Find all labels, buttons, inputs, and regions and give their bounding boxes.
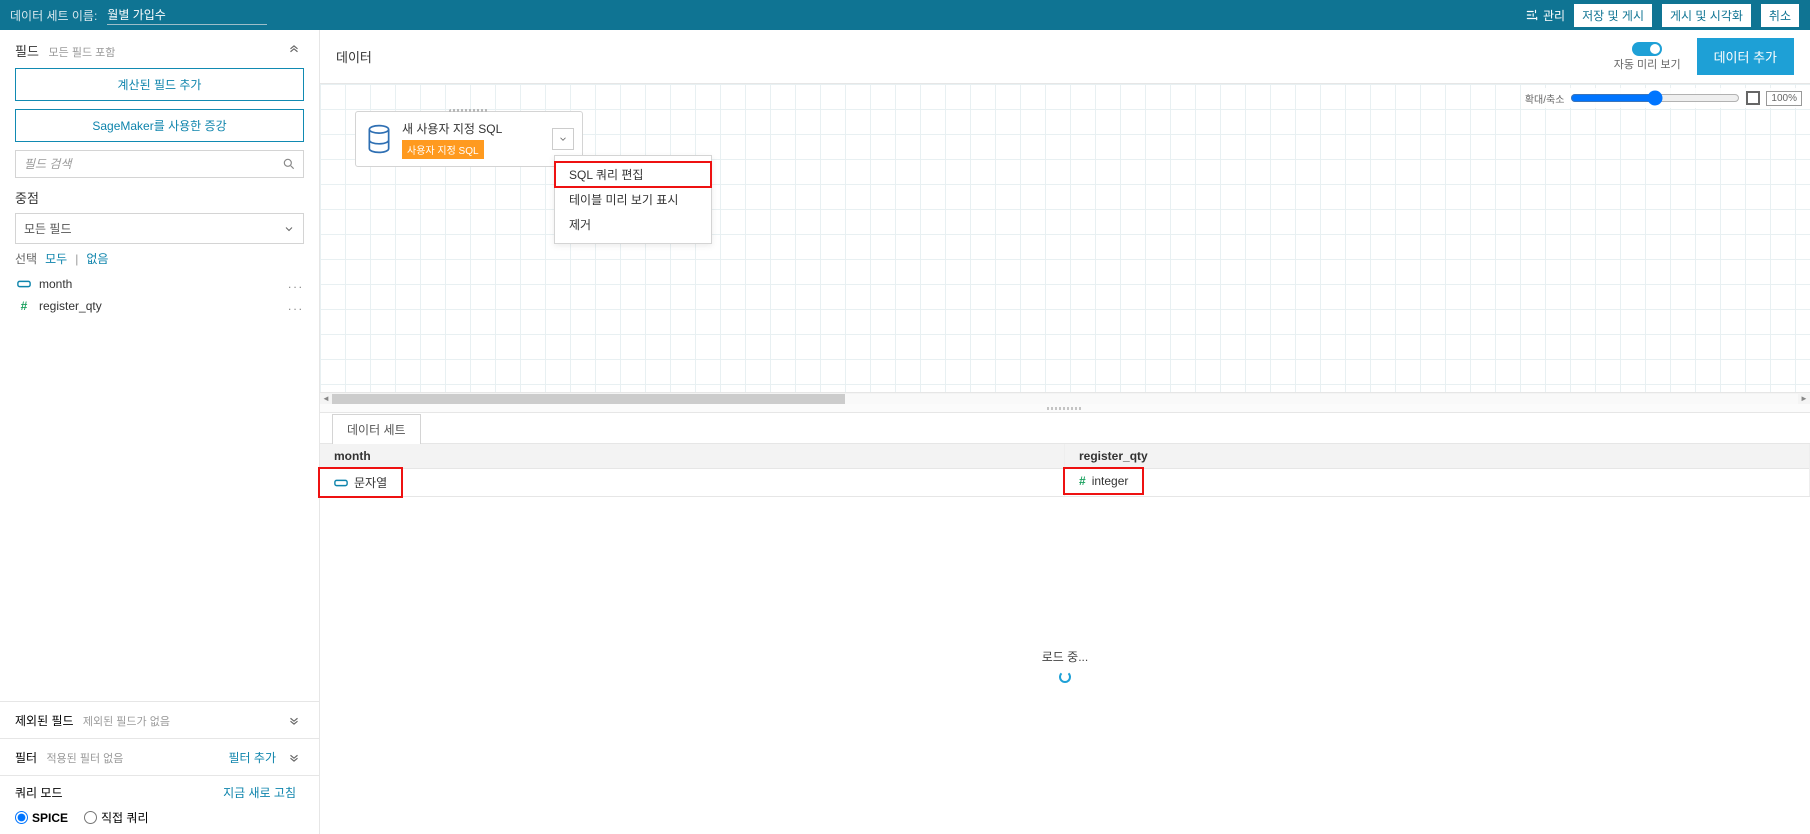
column-header[interactable]: register_qty — [1065, 444, 1809, 469]
excluded-fields-sub: 제외된 필드가 없음 — [83, 716, 170, 728]
select-label: 선택 — [15, 250, 37, 267]
chevron-down-double-icon — [287, 713, 301, 727]
column-month: month 문자열 — [320, 444, 1065, 496]
excluded-collapse-toggle[interactable] — [284, 710, 304, 730]
scroll-right-button[interactable]: ► — [1798, 393, 1810, 405]
direct-query-radio[interactable]: 직접 쿼리 — [84, 809, 149, 826]
add-data-button[interactable]: 데이터 추가 — [1697, 38, 1794, 75]
search-icon — [282, 157, 296, 171]
zoom-slider[interactable] — [1570, 90, 1740, 106]
bottom-panel: 데이터 세트 month 문자열 register_qty # integer 로드 중… — [320, 412, 1810, 834]
column-type-label: 문자열 — [354, 474, 387, 491]
focus-value: 모든 필드 — [24, 220, 72, 237]
manage-label: 관리 — [1543, 7, 1565, 24]
dataset-name-input[interactable] — [107, 6, 267, 25]
select-none-link[interactable]: 없음 — [86, 250, 108, 267]
number-type-icon: # — [15, 299, 33, 313]
auto-preview-label: 자동 미리 보기 — [1614, 56, 1681, 72]
column-type-selector[interactable]: # integer — [1065, 469, 1142, 493]
add-calculated-field-button[interactable]: 계산된 필드 추가 — [15, 68, 304, 101]
column-register_qty: register_qty # integer — [1065, 444, 1810, 496]
sql-node-badge: 사용자 지정 SQL — [402, 140, 484, 159]
dataset-name-label: 데이터 세트 이름: — [10, 7, 97, 24]
query-mode-label: 쿼리 모드 — [15, 784, 63, 801]
filter-collapse-toggle[interactable] — [284, 747, 304, 767]
fields-subtext: 모든 필드 포함 — [49, 47, 116, 59]
text-type-icon — [334, 477, 348, 489]
number-type-icon: # — [1079, 474, 1086, 488]
focus-select[interactable]: 모든 필드 — [15, 213, 304, 244]
zoom-control: 확대/축소 100% — [1523, 88, 1804, 108]
field-name: register_qty — [39, 299, 102, 313]
excluded-fields-label: 제외된 필드 — [15, 714, 74, 728]
add-filter-link[interactable]: 필터 추가 — [229, 749, 277, 766]
zoom-percent[interactable]: 100% — [1766, 91, 1802, 106]
manage-link[interactable]: 관리 — [1525, 7, 1565, 24]
refresh-now-link[interactable]: 지금 새로 고침 — [223, 784, 296, 801]
fit-to-screen-button[interactable] — [1746, 91, 1760, 105]
publish-visualize-button[interactable]: 게시 및 시각화 — [1661, 3, 1752, 28]
main-header: 데이터 자동 미리 보기 데이터 추가 — [320, 30, 1810, 84]
chevron-down-icon — [283, 223, 295, 235]
field-more-button[interactable]: ... — [288, 299, 304, 313]
zoom-label: 확대/축소 — [1525, 91, 1565, 106]
tab-dataset[interactable]: 데이터 세트 — [332, 414, 421, 444]
database-icon — [364, 122, 394, 156]
scroll-left-button[interactable]: ◄ — [320, 393, 332, 405]
scroll-thumb[interactable] — [332, 394, 845, 404]
canvas-scrollbar[interactable]: ◄ ► — [320, 392, 1810, 404]
menu-edit-sql[interactable]: SQL 쿼리 편집 — [555, 162, 711, 187]
sliders-icon — [1525, 8, 1539, 22]
field-more-button[interactable]: ... — [288, 277, 304, 291]
sql-node-title: 새 사용자 지정 SQL — [402, 120, 502, 137]
column-header[interactable]: month — [320, 444, 1064, 469]
canvas[interactable]: 확대/축소 100% 새 사용자 지정 SQL 사용자 지정 SQL SQL 쿼 — [320, 84, 1810, 404]
sql-node[interactable]: 새 사용자 지정 SQL 사용자 지정 SQL — [355, 111, 583, 167]
main: 데이터 자동 미리 보기 데이터 추가 확대/축소 100% — [320, 30, 1810, 834]
loading-spinner-icon — [1059, 671, 1071, 683]
column-type-label: integer — [1092, 474, 1129, 488]
scroll-track[interactable] — [332, 394, 1798, 404]
save-publish-button[interactable]: 저장 및 게시 — [1573, 3, 1653, 28]
filter-sub: 적용된 필터 없음 — [46, 753, 123, 765]
sql-node-expand-button[interactable] — [552, 128, 574, 150]
field-name: month — [39, 277, 72, 291]
chevron-down-icon — [558, 134, 568, 144]
field-item-register_qty[interactable]: # register_qty... — [15, 295, 304, 317]
chevron-up-double-icon — [287, 43, 301, 57]
cancel-button[interactable]: 취소 — [1760, 3, 1800, 28]
field-list: month... # register_qty... — [15, 273, 304, 317]
menu-preview-table[interactable]: 테이블 미리 보기 표시 — [555, 187, 711, 212]
menu-remove[interactable]: 제거 — [555, 212, 711, 237]
column-type-selector[interactable]: 문자열 — [320, 469, 401, 496]
vertical-resize-handle[interactable] — [320, 404, 1810, 412]
text-type-icon — [15, 277, 33, 291]
filter-label: 필터 — [15, 751, 37, 765]
chevron-down-double-icon — [287, 750, 301, 764]
fields-collapse-toggle[interactable] — [284, 40, 304, 60]
column-header-row: month 문자열 register_qty # integer — [320, 444, 1810, 497]
loading-text: 로드 중... — [1042, 648, 1088, 665]
topbar: 데이터 세트 이름: 관리 저장 및 게시 게시 및 시각화 취소 — [0, 0, 1810, 30]
node-context-menu: SQL 쿼리 편집 테이블 미리 보기 표시 제거 — [554, 155, 712, 244]
sidebar: 필드 모든 필드 포함 계산된 필드 추가 SageMaker를 사용한 증강 … — [0, 30, 320, 834]
field-search-input[interactable] — [15, 150, 304, 178]
spice-radio[interactable]: SPICE — [15, 811, 68, 825]
sagemaker-augment-button[interactable]: SageMaker를 사용한 증강 — [15, 109, 304, 142]
auto-preview-toggle[interactable] — [1632, 42, 1662, 56]
fields-heading: 필드 — [15, 44, 39, 59]
field-item-month[interactable]: month... — [15, 273, 304, 295]
select-all-link[interactable]: 모두 — [45, 250, 67, 267]
focus-heading: 중점 — [15, 188, 304, 207]
data-heading: 데이터 — [336, 47, 372, 66]
